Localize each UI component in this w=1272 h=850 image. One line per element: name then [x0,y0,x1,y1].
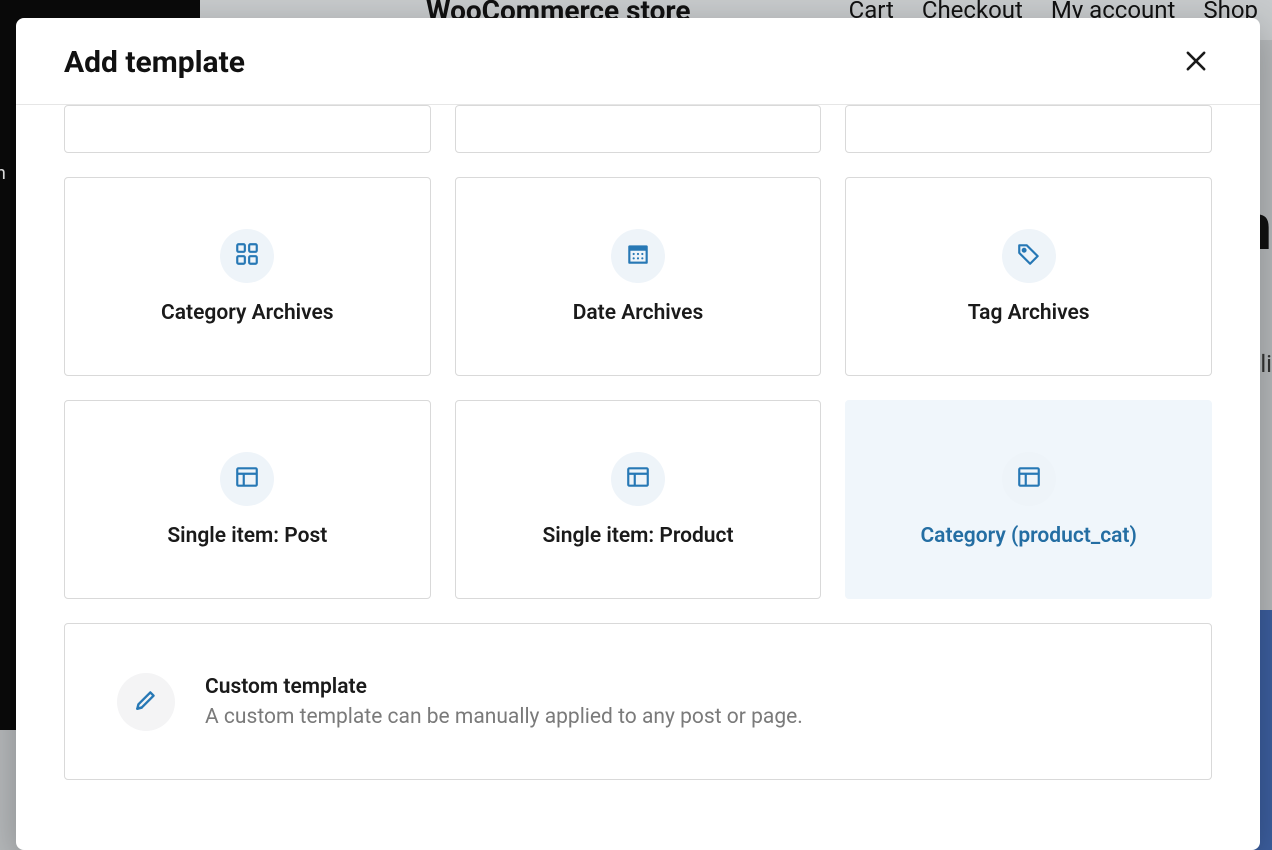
custom-template-icon-bubble [117,673,175,731]
card-title: Tag Archives [968,301,1090,325]
template-grid-row-2: Single item: Post Single item: Product [64,400,1212,599]
card-title: Category Archives [161,301,334,325]
category-archives-icon-bubble [220,229,274,283]
card-title: Single item: Post [167,524,327,548]
template-card-category-product-cat[interactable]: Category (product_cat) [845,400,1212,599]
template-grid-row-1: Category Archives [64,177,1212,376]
category-product-cat-icon-bubble [1002,452,1056,506]
card-title: Date Archives [573,301,704,325]
template-card-category-archives[interactable]: Category Archives [64,177,431,376]
modal-title: Add template [64,45,245,80]
sidebar-partial-text: th [0,163,6,184]
template-card-date-archives[interactable]: Date Archives [455,177,822,376]
custom-template-title: Custom template [205,675,803,699]
template-card-truncated-2[interactable] [455,105,822,153]
layout-icon [234,464,260,494]
template-card-tag-archives[interactable]: Tag Archives [845,177,1212,376]
template-grid-row-truncated [64,105,1212,153]
template-card-truncated-1[interactable] [64,105,431,153]
layout-icon [625,464,651,494]
pencil-icon [133,687,159,717]
single-product-icon-bubble [611,452,665,506]
card-title: Category (product_cat) [920,524,1136,548]
close-icon [1182,47,1210,78]
template-card-custom[interactable]: Custom template A custom template can be… [64,623,1212,780]
card-title: Single item: Product [542,524,733,548]
template-card-truncated-3[interactable] [845,105,1212,153]
template-card-single-product[interactable]: Single item: Product [455,400,822,599]
custom-template-description: A custom template can be manually applie… [205,705,803,729]
bg-right-partial-text: li [1260,350,1272,378]
modal-body: Category Archives [16,105,1260,850]
tag-icon [1016,241,1042,271]
add-template-modal: Add template [16,18,1260,850]
tag-archives-icon-bubble [1002,229,1056,283]
single-post-icon-bubble [220,452,274,506]
custom-template-text: Custom template A custom template can be… [205,675,803,729]
close-button[interactable] [1178,44,1214,80]
layout-icon [1016,464,1042,494]
grid-icon [234,241,260,271]
modal-header: Add template [16,18,1260,105]
calendar-icon [625,241,651,271]
date-archives-icon-bubble [611,229,665,283]
template-card-single-post[interactable]: Single item: Post [64,400,431,599]
